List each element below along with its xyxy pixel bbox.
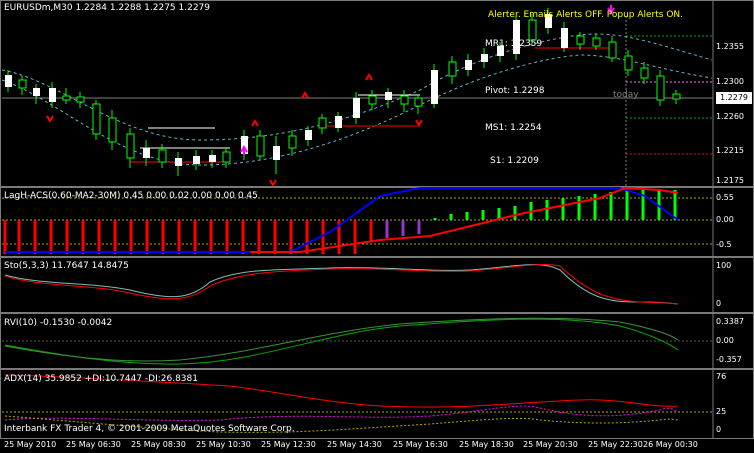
- candle: [368, 90, 377, 110]
- sto-scale: 100: [716, 261, 732, 270]
- rvi-scale: 0.00: [716, 336, 734, 345]
- adx-scale: 0: [716, 425, 722, 434]
- candle: [608, 36, 617, 62]
- candle: [481, 48, 488, 68]
- time-tick: 25 May 22:30: [588, 440, 643, 449]
- ms1-label: MS1: 1.2254: [485, 123, 542, 133]
- lagh-scale: 0.00: [716, 215, 734, 224]
- candle: [656, 70, 665, 106]
- price-tick: 1.2300: [716, 77, 744, 86]
- time-tick: 25 May 20:30: [523, 440, 578, 449]
- up-arrow-icon: [301, 91, 309, 99]
- candle: [92, 100, 101, 140]
- sto-scale: 0: [716, 299, 722, 308]
- time-tick: 26 May 00:30: [643, 440, 698, 449]
- candle: [222, 148, 231, 168]
- candle: [76, 92, 85, 108]
- down-arrow-icon: [46, 115, 54, 123]
- s1-label: S1: 1.2209: [490, 156, 539, 166]
- up-arrow-icon: [251, 119, 259, 127]
- candle: [353, 92, 360, 124]
- lagh-scale: -0.5: [716, 240, 732, 249]
- candle: [335, 112, 342, 132]
- candle: [273, 136, 280, 174]
- rvi-scale: 0.3387: [716, 317, 744, 326]
- candle: [108, 110, 117, 150]
- adx-minus-di-line: [4, 405, 679, 421]
- candle: [241, 130, 248, 160]
- candle: [414, 94, 423, 114]
- symbol-header: EURUSDm,M30 1.2284 1.2288 1.2275 1.2279: [4, 3, 211, 13]
- candle: [465, 54, 472, 76]
- candle: [640, 62, 649, 84]
- alerter-status: Alerter. Emails Alerts OFF. Popup Alerts…: [488, 10, 684, 20]
- price-tick: 1.2355: [716, 42, 744, 51]
- candles: [5, 8, 681, 176]
- adx-title: ADX(14) 35.9852 +DI:10.7447 -DI:26.8381: [4, 374, 198, 384]
- adx-scale: 76: [716, 372, 727, 381]
- down-arrow-icon: [415, 119, 423, 127]
- candle: [561, 22, 568, 52]
- candle: [5, 70, 12, 92]
- candle: [288, 130, 297, 156]
- rvi-scale: -0.357: [716, 355, 742, 364]
- candle: [672, 90, 681, 104]
- chart-canvas: [1, 0, 714, 439]
- time-tick: 25 May 18:30: [459, 440, 514, 449]
- time-tick: 25 May 16:30: [393, 440, 448, 449]
- today-label: today: [613, 90, 639, 100]
- candle: [305, 126, 312, 146]
- lagh-scale: 0.55: [716, 193, 734, 202]
- candle: [49, 82, 56, 108]
- time-tick: 25 May 12:30: [261, 440, 316, 449]
- candle: [513, 16, 520, 60]
- down-arrow-icon: [269, 179, 277, 187]
- candle: [193, 150, 200, 170]
- rvi-title: RVI(10) -0.1530 -0.0042: [4, 318, 113, 328]
- adx-scale: 25: [716, 407, 727, 416]
- candle: [318, 114, 327, 134]
- candle: [18, 76, 27, 95]
- lagh-title: LagH-ACS(0.60-MA2-30M) 0.45 0.00 0.02 0.…: [4, 191, 258, 201]
- candle: [431, 64, 438, 108]
- candle: [448, 56, 457, 84]
- time-tick: 25 May 2010: [4, 440, 57, 449]
- price-tick: 1.2215: [716, 146, 744, 155]
- candle: [33, 84, 40, 104]
- candle: [385, 88, 392, 108]
- candle: [400, 90, 409, 112]
- copyright-text: Interbank FX Trader 4, © 2001-2009 MetaQ…: [4, 424, 295, 434]
- time-tick: 25 May 14:30: [327, 440, 382, 449]
- price-tick: 1.2175: [716, 176, 744, 185]
- time-tick: 25 May 08:30: [131, 440, 186, 449]
- candle: [62, 88, 71, 104]
- candle: [175, 152, 182, 176]
- pivot-label: Pivot: 1.2298: [485, 86, 545, 96]
- candle: [256, 130, 265, 160]
- current-price-marker: 1.2279: [716, 92, 752, 104]
- time-tick: 25 May 10:30: [196, 440, 251, 449]
- mr1-label: MR1: 1.2359: [485, 39, 543, 49]
- time-tick: 25 May 06:30: [66, 440, 121, 449]
- sto-title: Sto(5,3,3) 11.7647 14.8475: [4, 261, 129, 271]
- price-tick: 1.2260: [716, 112, 744, 121]
- up-arrow-icon: [365, 73, 373, 81]
